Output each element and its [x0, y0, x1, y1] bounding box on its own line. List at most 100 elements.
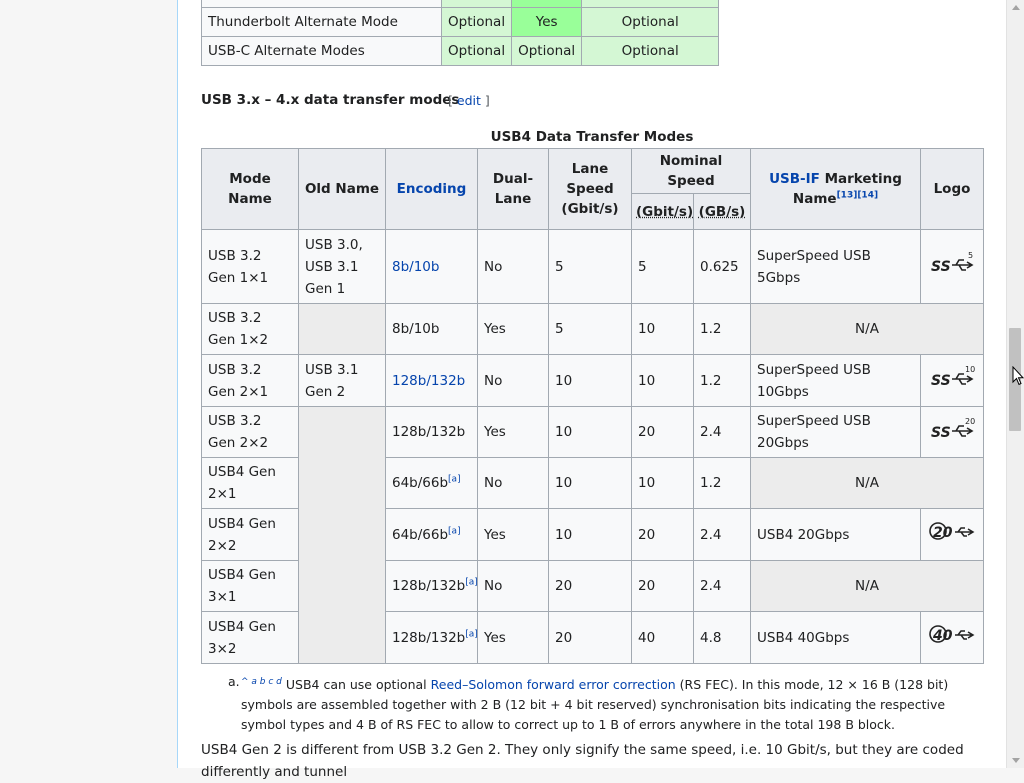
superspeed-usb-20-logo-icon: SS 20: [931, 417, 975, 441]
gbits-cell: 20: [631, 508, 694, 561]
header-gbytes: (GB/s): [693, 193, 751, 230]
gbytes-cell: 2.4: [693, 508, 751, 561]
lane-speed-cell: 10: [548, 508, 632, 561]
na-cell: N/A: [750, 303, 984, 355]
table-row: [201, 0, 720, 8]
header-encoding: Encoding: [385, 148, 478, 230]
table-row: USB 3.2 Gen 1×1 USB 3.0, USB 3.1 Gen 1 8…: [201, 229, 984, 304]
usb-if-link[interactable]: USB-IF: [769, 171, 820, 187]
superspeed-usb-10-logo-icon: SS 10: [931, 365, 975, 389]
gbytes-cell: 4.8: [693, 611, 751, 664]
gbits-cell: 10: [631, 457, 694, 509]
header-gbits: (Gbit/s): [631, 193, 694, 230]
svg-text:SS: SS: [931, 425, 951, 441]
encoding-cell: 128b/132b: [385, 406, 478, 458]
dual-lane-cell: No: [477, 229, 549, 304]
section-edit: [edit]: [448, 93, 490, 108]
mode-cell: USB4 Gen 3×1: [201, 560, 299, 612]
lane-speed-cell: 10: [548, 406, 632, 458]
table-row: Thunderbolt Alternate Mode Optional Yes …: [201, 7, 720, 37]
marketing-cell: USB4 20Gbps: [750, 508, 921, 561]
mode-cell: USB 3.2 Gen 2×1: [201, 354, 299, 407]
encoding-cell: 128b/132b: [385, 354, 478, 407]
dual-lane-cell: No: [477, 560, 549, 612]
header-row: Mode Name Old Name Encoding Dual-Lane La…: [201, 148, 984, 230]
alternate-modes-table: Thunderbolt Alternate Mode Optional Yes …: [201, 0, 720, 66]
gbytes-cell: 1.2: [693, 354, 751, 407]
lane-speed-cell: 10: [548, 457, 632, 509]
gbits-cell: 10: [631, 303, 694, 355]
scroll-down-arrow-icon[interactable]: [1007, 754, 1024, 768]
na-cell: N/A: [750, 457, 984, 509]
gbits-cell: 20: [631, 406, 694, 458]
footnote-marker: a.: [228, 674, 240, 689]
scroll-up-arrow-icon[interactable]: [1007, 0, 1024, 14]
encoding-128b132b-link[interactable]: 128b/132b: [392, 373, 465, 389]
header-old-name: Old Name: [298, 148, 386, 230]
reference-link[interactable]: [13][14]: [837, 191, 879, 201]
old-name-cell: [298, 406, 386, 664]
encoding-cell: 8b/10b: [385, 303, 478, 355]
lane-speed-cell: 10: [548, 354, 632, 407]
logo-cell: 20: [920, 508, 984, 561]
marketing-cell: USB4 40Gbps: [750, 611, 921, 664]
header-logo: Logo: [920, 148, 984, 230]
logo-cell: SS 10: [920, 354, 984, 407]
header-dual-lane: Dual-Lane: [477, 148, 549, 230]
gbytes-cell: 0.625: [693, 229, 751, 304]
header-nominal-speed: Nominal Speed: [631, 148, 751, 194]
marketing-cell: SuperSpeed USB 10Gbps: [750, 354, 921, 407]
svg-text:SS: SS: [931, 373, 951, 389]
mode-cell: USB 3.2 Gen 2×2: [201, 406, 299, 458]
feature-cell: Thunderbolt Alternate Mode: [201, 7, 442, 37]
encoding-link[interactable]: Encoding: [397, 181, 467, 197]
svg-text:5: 5: [968, 251, 973, 260]
old-name-cell: USB 3.1 Gen 2: [298, 354, 386, 407]
marketing-cell: SuperSpeed USB 20Gbps: [750, 406, 921, 458]
svg-text:20: 20: [965, 417, 975, 426]
footnote-a-link[interactable]: [a]: [448, 526, 461, 536]
body-paragraph: USB4 Gen 2 is different from USB 3.2 Gen…: [201, 742, 964, 780]
table-row: USB 3.2 Gen 2×2 128b/132b Yes 10 20 2.4 …: [201, 406, 984, 664]
mode-cell: USB 3.2 Gen 1×2: [201, 303, 299, 355]
gbytes-cell: 2.4: [693, 560, 751, 612]
feature-cell: USB-C Alternate Modes: [201, 36, 442, 66]
encoding-cell: 64b/66b[a]: [385, 457, 478, 509]
dual-lane-cell: Yes: [477, 406, 549, 458]
mode-cell: USB4 Gen 2×2: [201, 508, 299, 561]
table-caption: USB4 Data Transfer Modes: [490, 129, 694, 145]
reed-solomon-link[interactable]: Reed–Solomon forward error correction: [431, 677, 676, 692]
encoding-cell: 64b/66b[a]: [385, 508, 478, 561]
encoding-8b10b-link[interactable]: 8b/10b: [392, 259, 439, 275]
table-row: USB 3.2 Gen 2×1 USB 3.1 Gen 2 128b/132b …: [201, 354, 984, 407]
support-cell: Optional: [581, 36, 720, 66]
dual-lane-cell: Yes: [477, 611, 549, 664]
gbits-cell: 5: [631, 229, 694, 304]
mode-cell: USB4 Gen 3×2: [201, 611, 299, 664]
usb4-40gbps-logo-icon: 40: [929, 625, 975, 644]
dual-lane-cell: No: [477, 354, 549, 407]
support-cell: Yes: [511, 7, 583, 37]
edit-link[interactable]: edit: [457, 93, 481, 108]
section-heading: USB 3.x – 4.x data transfer modes: [201, 92, 460, 108]
support-cell: Optional: [511, 36, 583, 66]
usb4-transfer-modes-table: Mode Name Old Name Encoding Dual-Lane La…: [201, 148, 984, 664]
logo-cell: SS 20: [920, 406, 984, 458]
gbytes-cell: 2.4: [693, 406, 751, 458]
footnote-a-link[interactable]: [a]: [465, 629, 478, 639]
svg-text:20: 20: [933, 525, 953, 541]
dual-lane-cell: Yes: [477, 508, 549, 561]
gbits-cell: 40: [631, 611, 694, 664]
dual-lane-cell: Yes: [477, 303, 549, 355]
mouse-cursor-icon: [1012, 366, 1024, 386]
footnote-a-link[interactable]: [a]: [465, 578, 478, 588]
svg-text:10: 10: [965, 365, 975, 374]
footnote-backlinks[interactable]: ^ a b c d: [241, 677, 282, 687]
support-cell: Optional: [440, 36, 513, 66]
gbytes-cell: 1.2: [693, 303, 751, 355]
gbytes-cell: 1.2: [693, 457, 751, 509]
footnote-a-link[interactable]: [a]: [448, 475, 461, 485]
lane-speed-cell: 5: [548, 229, 632, 304]
table-row: USB-C Alternate Modes Optional Optional …: [201, 36, 720, 66]
logo-cell: 40: [920, 611, 984, 664]
